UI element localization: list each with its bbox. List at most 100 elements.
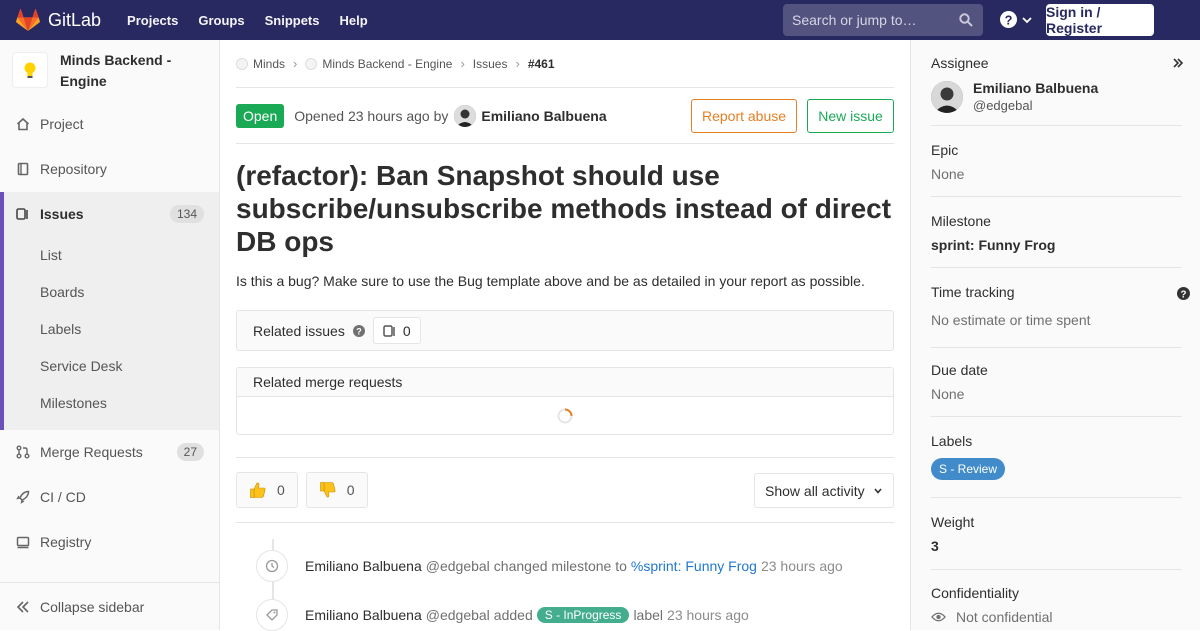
help-dropdown[interactable]: ? xyxy=(1000,11,1033,28)
search-input[interactable] xyxy=(792,12,952,28)
confidentiality-row: Not confidential xyxy=(931,609,1182,625)
svg-text:?: ? xyxy=(356,326,362,336)
sidebar-subitem-service-desk[interactable]: Service Desk xyxy=(4,347,219,384)
weight-title: Weight xyxy=(931,514,975,530)
due-date-block: Due date None xyxy=(931,362,1182,417)
nav-groups[interactable]: Groups xyxy=(198,13,244,28)
question-icon: ? xyxy=(1000,11,1017,28)
assignee-row[interactable]: Emiliano Balbuena @edgebal xyxy=(931,80,1182,113)
gitlab-brand[interactable]: GitLab xyxy=(16,9,101,31)
sidebar-item-cicd[interactable]: CI / CD xyxy=(0,477,219,517)
user-avatar-icon xyxy=(931,80,963,113)
assignee-handle: @edgebal xyxy=(973,98,1033,113)
labels-title: Labels xyxy=(931,433,973,449)
sidebar-item-repository[interactable]: Repository xyxy=(0,149,219,189)
sidebar-item-label: Repository xyxy=(40,161,107,177)
note-action: added xyxy=(493,607,533,623)
group-avatar xyxy=(236,57,248,70)
related-mrs-body xyxy=(237,397,893,434)
signin-button[interactable]: Sign in / Register xyxy=(1046,4,1154,36)
nav-help[interactable]: Help xyxy=(340,13,368,28)
gitlab-wordmark: GitLab xyxy=(48,9,102,30)
activity-filter-dropdown[interactable]: Show all activity xyxy=(754,473,894,508)
thumbsup-count: 0 xyxy=(277,482,285,498)
sidebar-item-registry[interactable]: Registry xyxy=(0,522,219,562)
note-handle[interactable]: @edgebal xyxy=(426,558,490,574)
breadcrumb-issues[interactable]: Issues › xyxy=(473,56,528,71)
milestone-block: Milestone sprint: Funny Frog xyxy=(931,213,1182,268)
assignee-avatar xyxy=(931,80,963,113)
question-circle-icon[interactable]: ? xyxy=(352,324,365,337)
nav-projects[interactable]: Projects xyxy=(127,13,178,28)
user-avatar-icon xyxy=(454,104,477,127)
thumbsdown-award-button[interactable]: 0 xyxy=(305,472,368,508)
collapse-sidebar-label: Collapse sidebar xyxy=(40,598,145,615)
main-content: Minds › Minds Backend - Engine › Issues … xyxy=(236,40,894,523)
issue-description: Is this a bug? Make sure to use the Bug … xyxy=(236,273,865,289)
assignee-names: Emiliano Balbuena @edgebal xyxy=(973,80,1098,113)
sidebar-subitem-boards[interactable]: Boards xyxy=(4,273,219,310)
collapse-sidebar-button[interactable]: Collapse sidebar xyxy=(0,582,219,630)
breadcrumb-separator-icon: › xyxy=(515,56,520,71)
weight-block: Weight 3 xyxy=(931,514,1182,570)
time-tracking-value: No estimate or time spent xyxy=(931,312,1091,328)
labels-block: Labels S - Review xyxy=(931,433,1182,498)
sidebar-item-label: Project xyxy=(40,116,84,132)
related-issues-label: Related issues xyxy=(253,322,345,339)
report-abuse-button[interactable]: Report abuse xyxy=(691,99,797,133)
related-issues-count: 0 xyxy=(372,317,421,344)
thumbs-down-icon xyxy=(319,482,336,498)
sidebar-subitem-milestones[interactable]: Milestones xyxy=(4,384,219,421)
double-chevron-left-icon xyxy=(16,600,29,613)
sidebar-item-project[interactable]: Project xyxy=(0,104,219,144)
issues-icon xyxy=(383,324,395,337)
breadcrumb-label: Issues xyxy=(472,56,508,71)
breadcrumb-current[interactable]: #461 xyxy=(528,57,555,71)
project-name: Minds Backend - Engine xyxy=(60,52,172,89)
rocket-icon xyxy=(16,490,30,504)
question-circle-icon[interactable]: ? xyxy=(1177,287,1190,300)
sidebar-issues-section: Issues 134 List Boards Labels Service De… xyxy=(0,192,219,430)
confidentiality-value: Not confidential xyxy=(956,609,1053,625)
lightbulb-icon xyxy=(24,62,36,78)
label-inprogress-badge[interactable]: S - InProgress xyxy=(536,607,630,623)
related-issues-count-value: 0 xyxy=(402,322,411,339)
breadcrumb-group[interactable]: Minds › xyxy=(236,56,305,71)
issue-header: Open Opened 23 hours ago by Emiliano Bal… xyxy=(236,88,894,144)
assignee-name[interactable]: Emiliano Balbuena xyxy=(973,80,1098,96)
breadcrumb-label: Minds Backend - Engine xyxy=(322,56,453,71)
system-note: Emiliano Balbuena @edgebal added S - InP… xyxy=(256,599,749,631)
doc-icon xyxy=(17,162,29,176)
search-box[interactable] xyxy=(783,4,983,36)
time-tracking-title: Time tracking xyxy=(931,284,1015,300)
time-tracking-block: Time tracking ? No estimate or time spen… xyxy=(931,284,1190,348)
due-date-title: Due date xyxy=(931,362,988,378)
nav-snippets[interactable]: Snippets xyxy=(265,13,320,28)
note-time: 23 hours ago xyxy=(760,558,843,574)
note-author[interactable]: Emiliano Balbuena xyxy=(305,558,422,574)
sidebar-subitem-list[interactable]: List xyxy=(4,236,219,273)
sidebar-subitem-labels[interactable]: Labels xyxy=(4,310,219,347)
label-review-badge[interactable]: S - Review xyxy=(931,458,1006,480)
note-time: 23 hours ago xyxy=(667,607,749,623)
new-issue-button[interactable]: New issue xyxy=(807,99,894,133)
sidebar-item-issues[interactable]: Issues 134 xyxy=(4,192,219,236)
breadcrumb-separator-icon: › xyxy=(293,56,298,71)
note-handle[interactable]: @edgebal xyxy=(426,607,490,623)
sidebar-item-label: Merge Requests xyxy=(40,444,143,460)
chevron-down-icon xyxy=(1022,16,1032,23)
thumbsup-award-button[interactable]: 0 xyxy=(236,472,298,508)
opened-text: Opened 23 hours ago by xyxy=(294,107,449,124)
author-avatar[interactable] xyxy=(454,104,477,127)
author-name[interactable]: Emiliano Balbuena xyxy=(481,108,606,124)
project-header[interactable]: Minds Backend - Engine xyxy=(0,40,219,100)
milestone-link[interactable]: %sprint: Funny Frog xyxy=(631,558,757,574)
project-sidebar: Minds Backend - Engine Project Repositor… xyxy=(0,40,220,630)
note-after-text: label xyxy=(633,607,664,623)
breadcrumb-project[interactable]: Minds Backend - Engine › xyxy=(305,56,472,71)
sidebar-item-merge-requests[interactable]: Merge Requests 27 xyxy=(0,432,219,472)
merge-requests-count-badge: 27 xyxy=(176,443,204,461)
note-author[interactable]: Emiliano Balbuena xyxy=(305,607,422,623)
milestone-value[interactable]: sprint: Funny Frog xyxy=(931,237,1182,253)
issue-sidebar: Assignee Emiliano Balbuena @edgebal Epic… xyxy=(910,40,1200,630)
